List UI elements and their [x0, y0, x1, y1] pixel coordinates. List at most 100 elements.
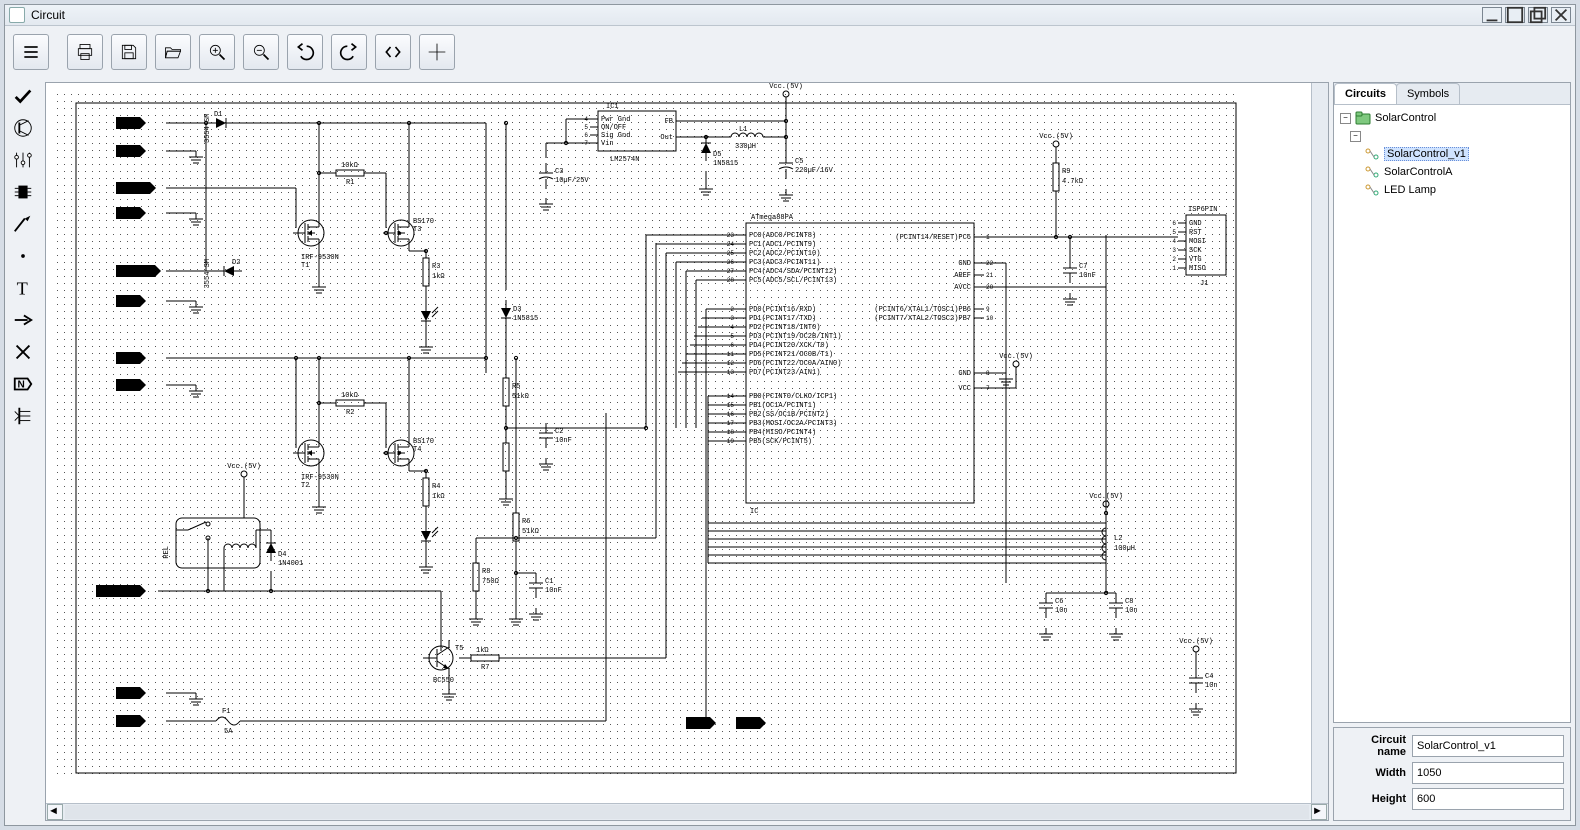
svg-text:10: 10 — [986, 315, 994, 322]
print-button[interactable] — [67, 34, 103, 70]
close-button[interactable] — [1551, 7, 1571, 23]
window-title: Circuit — [31, 8, 65, 22]
svg-text:N: N — [18, 380, 25, 391]
svg-text:1N4001: 1N4001 — [278, 560, 303, 568]
arrow-tool[interactable] — [9, 306, 37, 334]
transistor-tool[interactable] — [9, 114, 37, 142]
schematic-canvas[interactable]: PWMGNDSwitchGNDMPPT_INGNDAccuGNDMPPT_OUT… — [46, 83, 1311, 803]
svg-text:T1: T1 — [301, 262, 309, 270]
tree-toggle[interactable]: − — [1336, 127, 1568, 145]
svg-text:1N5815: 1N5815 — [513, 315, 538, 323]
svg-text:GND: GND — [120, 691, 133, 699]
svg-text:GND: GND — [120, 211, 133, 219]
svg-text:PC4(ADC4/SDA/PCINT12): PC4(ADC4/SDA/PCINT12) — [749, 268, 837, 276]
svg-text:PC2(ADC2/PCINT10): PC2(ADC2/PCINT10) — [749, 250, 820, 258]
svg-text:T: T — [17, 278, 28, 298]
app-window: Circuit T N — [4, 4, 1576, 826]
svg-text:1N5815: 1N5815 — [713, 160, 738, 168]
svg-text:2: 2 — [1172, 256, 1176, 263]
menu-button[interactable] — [13, 34, 49, 70]
svg-text:L1: L1 — [739, 126, 747, 134]
adjust-tool[interactable] — [9, 146, 37, 174]
svg-text:6: 6 — [1172, 220, 1176, 227]
titlebar: Circuit — [5, 5, 1575, 26]
svg-text:750Ω: 750Ω — [482, 578, 499, 586]
svg-text:Vcc.(5V): Vcc.(5V) — [999, 353, 1033, 361]
svg-text:FB: FB — [665, 118, 673, 126]
canvas-wrap: PWMGNDSwitchGNDMPPT_INGNDAccuGNDMPPT_OUT… — [45, 82, 1329, 821]
connector-tool[interactable] — [9, 402, 37, 430]
save-button[interactable] — [111, 34, 147, 70]
svg-text:GND: GND — [1189, 220, 1202, 228]
svg-text:SCK: SCK — [1189, 247, 1202, 255]
text-tool[interactable]: T — [9, 274, 37, 302]
tab-circuits[interactable]: Circuits — [1334, 83, 1397, 104]
svg-text:C1: C1 — [545, 578, 553, 586]
zoom-in-button[interactable] — [199, 34, 235, 70]
open-button[interactable] — [155, 34, 191, 70]
svg-text:ATmega88PA: ATmega88PA — [751, 214, 794, 222]
svg-text:R2: R2 — [346, 409, 354, 417]
netlist-tool[interactable]: N — [9, 370, 37, 398]
prop-height-input[interactable] — [1412, 788, 1564, 810]
svg-text:3554 SM: 3554 SM — [204, 114, 212, 143]
tree-item-solarcontrola[interactable]: SolarControlA — [1336, 163, 1568, 181]
vertical-scrollbar[interactable] — [1311, 83, 1328, 803]
svg-text:VCC: VCC — [958, 385, 971, 393]
svg-text:51kΩ: 51kΩ — [522, 528, 539, 536]
svg-text:5: 5 — [584, 124, 588, 131]
undo-button[interactable] — [287, 34, 323, 70]
prop-width-label: Width — [1340, 767, 1406, 779]
svg-text:REL: REL — [163, 546, 171, 559]
svg-text:PD2(PCINT18/INT0): PD2(PCINT18/INT0) — [749, 324, 820, 332]
cut-tool[interactable] — [9, 338, 37, 366]
svg-text:Vcc.(5V): Vcc.(5V) — [227, 463, 261, 471]
svg-text:IRF-9530N: IRF-9530N — [301, 474, 339, 482]
prop-width-input[interactable] — [1412, 762, 1564, 784]
prop-name-label: Circuit name — [1340, 734, 1406, 758]
tree-root[interactable]: − SolarControl — [1336, 109, 1568, 127]
horizontal-scrollbar[interactable]: ◄ ► — [46, 803, 1328, 820]
tree-item-led-lamp[interactable]: LED Lamp — [1336, 181, 1568, 199]
svg-text:1kΩ: 1kΩ — [432, 493, 445, 501]
svg-text:D2: D2 — [232, 259, 240, 267]
svg-text:BS170: BS170 — [413, 218, 434, 226]
svg-text:T3: T3 — [413, 226, 421, 234]
wire-tool[interactable] — [9, 210, 37, 238]
tab-symbols[interactable]: Symbols — [1396, 83, 1460, 104]
svg-text:10n: 10n — [1205, 682, 1218, 690]
prop-height-label: Height — [1340, 793, 1406, 805]
code-button[interactable] — [375, 34, 411, 70]
prop-name-input[interactable] — [1412, 735, 1564, 757]
tree-panel: Circuits Symbols − SolarControl − SolarC… — [1333, 82, 1571, 723]
svg-text:220µF/16V: 220µF/16V — [795, 167, 834, 175]
junction-tool[interactable] — [9, 242, 37, 270]
svg-text:ON/OFF: ON/OFF — [601, 124, 626, 132]
confirm-tool[interactable] — [9, 82, 37, 110]
svg-text:PB4(MISO/PCINT4): PB4(MISO/PCINT4) — [749, 429, 816, 437]
svg-text:(PCINT7/XTAL2/TOSC2)PB7: (PCINT7/XTAL2/TOSC2)PB7 — [874, 315, 971, 323]
svg-text:5A: 5A — [224, 728, 233, 736]
tree-item-solarcontrol-v1[interactable]: SolarControl_v1 — [1336, 145, 1568, 163]
svg-text:GND: GND — [120, 383, 133, 391]
properties-panel: Circuit name Width Height — [1333, 727, 1571, 821]
circuits-tree[interactable]: − SolarControl − SolarControl_v1 SolarCo… — [1334, 105, 1570, 722]
restore-button[interactable] — [1528, 7, 1548, 23]
app-icon — [9, 7, 25, 23]
svg-text:PD7(PCINT23/AIN1): PD7(PCINT23/AIN1) — [749, 369, 820, 377]
svg-text:IC1: IC1 — [606, 103, 619, 111]
minimize-button[interactable] — [1482, 7, 1502, 23]
svg-text:T5: T5 — [455, 645, 463, 653]
svg-text:330µH: 330µH — [735, 143, 756, 151]
crosshair-button[interactable] — [419, 34, 455, 70]
svg-text:D5: D5 — [713, 151, 721, 159]
svg-text:1: 1 — [1172, 265, 1176, 272]
chip-tool[interactable] — [9, 178, 37, 206]
svg-text:10nF: 10nF — [1079, 272, 1096, 280]
svg-text:C5: C5 — [795, 158, 803, 166]
svg-text:10nF: 10nF — [545, 587, 562, 595]
zoom-out-button[interactable] — [243, 34, 279, 70]
maximize-button[interactable] — [1505, 7, 1525, 23]
redo-button[interactable] — [331, 34, 367, 70]
svg-text:C3: C3 — [555, 168, 563, 176]
